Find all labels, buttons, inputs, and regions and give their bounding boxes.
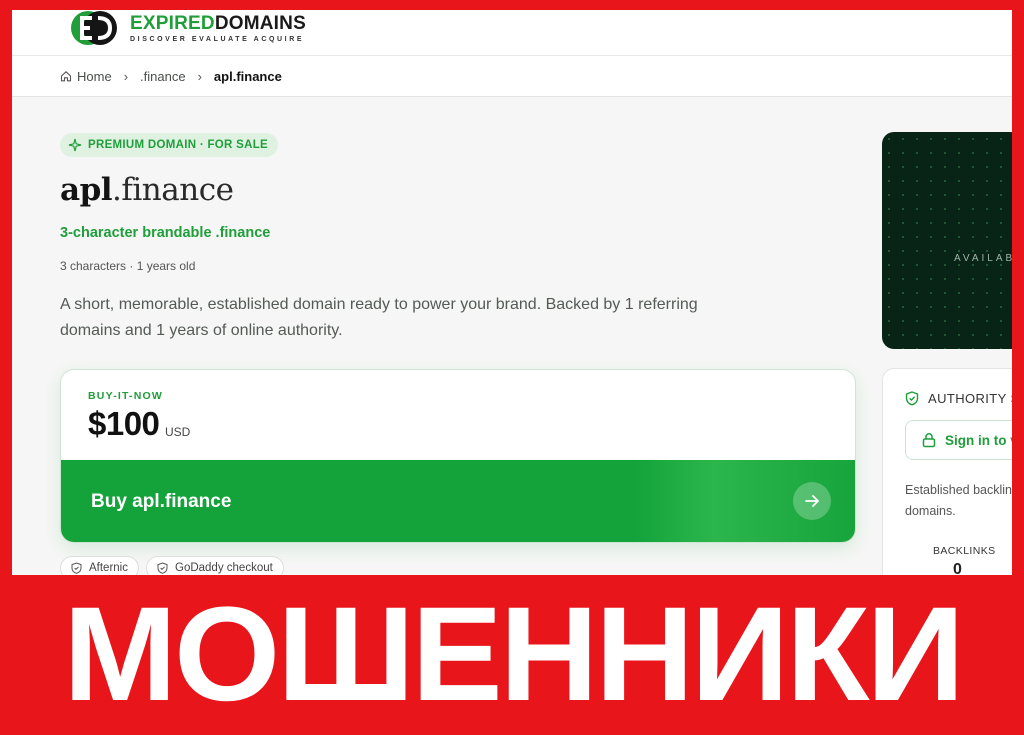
breadcrumb-home[interactable]: Home <box>77 69 112 84</box>
premium-badge-label: PREMIUM DOMAIN · FOR SALE <box>88 139 268 151</box>
domain-tld: .finance <box>112 172 234 208</box>
authority-description: Established backlin domains. <box>905 483 1012 518</box>
domain-description: A short, memorable, established domain r… <box>60 296 698 339</box>
signin-button[interactable]: Sign in to v <box>905 420 1012 460</box>
top-navbar: EXPIREDDOMAINS DISCOVER EVALUATE ACQUIRE <box>12 10 1012 56</box>
chip-afternic-label: Afternic <box>89 562 128 574</box>
availability-panel: AVAILAB <box>882 132 1012 349</box>
chevron-right-icon: › <box>123 68 129 84</box>
authority-title: AUTHORITY S <box>928 391 1012 406</box>
signin-label: Sign in to v <box>945 432 1012 448</box>
backlinks-label: BACKLINKS <box>933 545 996 557</box>
arrow-right-icon <box>793 482 831 520</box>
authority-header: AUTHORITY S <box>905 391 1012 406</box>
domain-name: apl <box>60 172 113 208</box>
shield-icon <box>71 562 82 574</box>
lock-icon <box>922 433 936 448</box>
availability-text: AVAILAB <box>954 253 1012 264</box>
buy-it-now-label: BUY-IT-NOW <box>88 390 163 402</box>
logo-title-green: EXPIRED <box>130 12 215 34</box>
home-icon <box>60 71 72 82</box>
backlinks-value: 0 <box>953 561 962 575</box>
logo-subtitle: DISCOVER EVALUATE ACQUIRE <box>130 35 305 43</box>
breadcrumb-tld[interactable]: .finance <box>140 69 186 84</box>
chevron-right-icon: › <box>197 68 202 84</box>
buy-button-label: Buy apl.finance <box>91 491 232 512</box>
breadcrumb: Home › .finance › apl.finance <box>12 56 1012 97</box>
sparkle-icon <box>68 138 82 152</box>
logo-mark-icon <box>68 10 120 48</box>
authority-card: AUTHORITY S Sign in to v Established bac… <box>882 368 1012 575</box>
logo-title-dark: DOMAINS <box>214 12 306 34</box>
chip-afternic: Afternic <box>60 556 139 575</box>
warning-banner: МОШЕННИКИ <box>0 575 1024 735</box>
buy-button[interactable]: Buy apl.finance <box>61 460 855 542</box>
shield-icon <box>905 391 919 406</box>
breadcrumb-current: apl.finance <box>213 68 282 84</box>
domain-meta: 3 characters · 1 years old <box>60 259 196 273</box>
domain-tagline: 3-character brandable .finance <box>60 225 271 241</box>
premium-badge: PREMIUM DOMAIN · FOR SALE <box>60 133 278 157</box>
buy-card: BUY-IT-NOW $100 USD Buy apl.finance <box>60 369 856 543</box>
chip-godaddy: GoDaddy checkout <box>146 556 284 575</box>
shield-icon <box>157 562 168 574</box>
price: $100 <box>88 405 160 442</box>
checkout-chips: Afternic GoDaddy checkout <box>60 556 284 575</box>
domain-title: apl.finance <box>60 172 234 208</box>
banner-text: МОШЕННИКИ <box>62 580 965 729</box>
page-screenshot: EXPIREDDOMAINS DISCOVER EVALUATE ACQUIRE… <box>12 10 1012 575</box>
price-currency: USD <box>165 425 191 439</box>
chip-godaddy-label: GoDaddy checkout <box>175 562 273 574</box>
site-logo[interactable]: EXPIREDDOMAINS DISCOVER EVALUATE ACQUIRE <box>68 10 306 48</box>
